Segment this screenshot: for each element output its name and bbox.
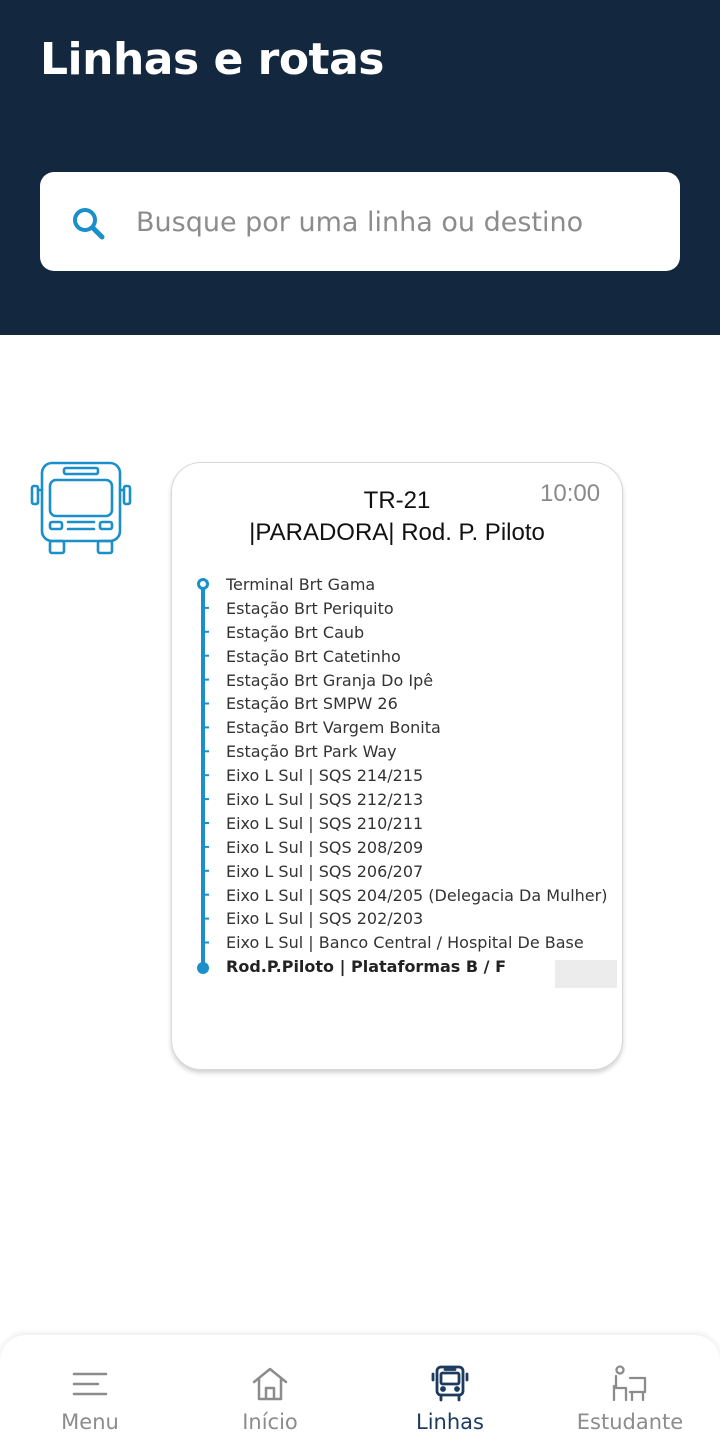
nav-label-student: Estudante — [576, 1410, 684, 1434]
stop-item: Eixo L Sul | SQS 202/203 — [226, 909, 424, 929]
stop-item-final: Rod.P.Piloto | Plataformas B / F — [226, 957, 506, 977]
departure-time: 10:00 — [540, 480, 601, 507]
nav-label-lines: Linhas — [416, 1410, 484, 1434]
nav-label-home: Início — [242, 1410, 298, 1434]
stop-item: Estação Brt Vargem Bonita — [226, 718, 441, 738]
stop-item: Eixo L Sul | SQS 204/205 (Delegacia Da M… — [226, 885, 608, 905]
bus-icon — [431, 1365, 469, 1402]
route-name: |PARADORA| Rod. P. Piloto — [249, 519, 545, 546]
menu-icon — [72, 1372, 108, 1396]
nav-menu[interactable]: Menu — [0, 1360, 180, 1446]
stop-item: Estação Brt Periquito — [226, 598, 394, 618]
nav-student[interactable]: Estudante — [540, 1360, 720, 1446]
stop-item: Estação Brt Catetinho — [226, 646, 401, 666]
placeholder-block — [555, 960, 617, 988]
student-icon — [612, 1365, 647, 1402]
stop-item: Estação Brt Park Way — [226, 742, 397, 762]
search-input[interactable] — [136, 200, 656, 244]
stop-item: Eixo L Sul | SQS 208/209 — [226, 837, 424, 857]
route-timeline — [197, 578, 209, 974]
home-icon — [252, 1367, 288, 1401]
page-title: Linhas e rotas — [40, 34, 384, 85]
nav-lines[interactable]: Linhas — [360, 1360, 540, 1446]
stops-list: Terminal Brt Gama Estação Brt Periquito … — [226, 573, 607, 979]
route-code: TR-21 — [363, 487, 431, 514]
stop-item: Estação Brt Granja Do Ipê — [226, 670, 434, 690]
stop-item: Eixo L Sul | Banco Central / Hospital De… — [226, 933, 584, 953]
nav-label-menu: Menu — [61, 1410, 119, 1434]
search-icon — [73, 208, 105, 240]
stop-item: Terminal Brt Gama — [226, 575, 376, 594]
stop-item: Eixo L Sul | SQS 212/213 — [226, 790, 424, 810]
stop-item: Eixo L Sul | SQS 214/215 — [226, 766, 424, 786]
stop-item: Estação Brt SMPW 26 — [226, 694, 398, 714]
nav-home[interactable]: Início — [180, 1360, 360, 1446]
stop-item: Eixo L Sul | SQS 206/207 — [226, 861, 424, 881]
stop-item: Eixo L Sul | SQS 210/211 — [226, 813, 424, 833]
stop-item: Estação Brt Caub — [226, 622, 365, 642]
